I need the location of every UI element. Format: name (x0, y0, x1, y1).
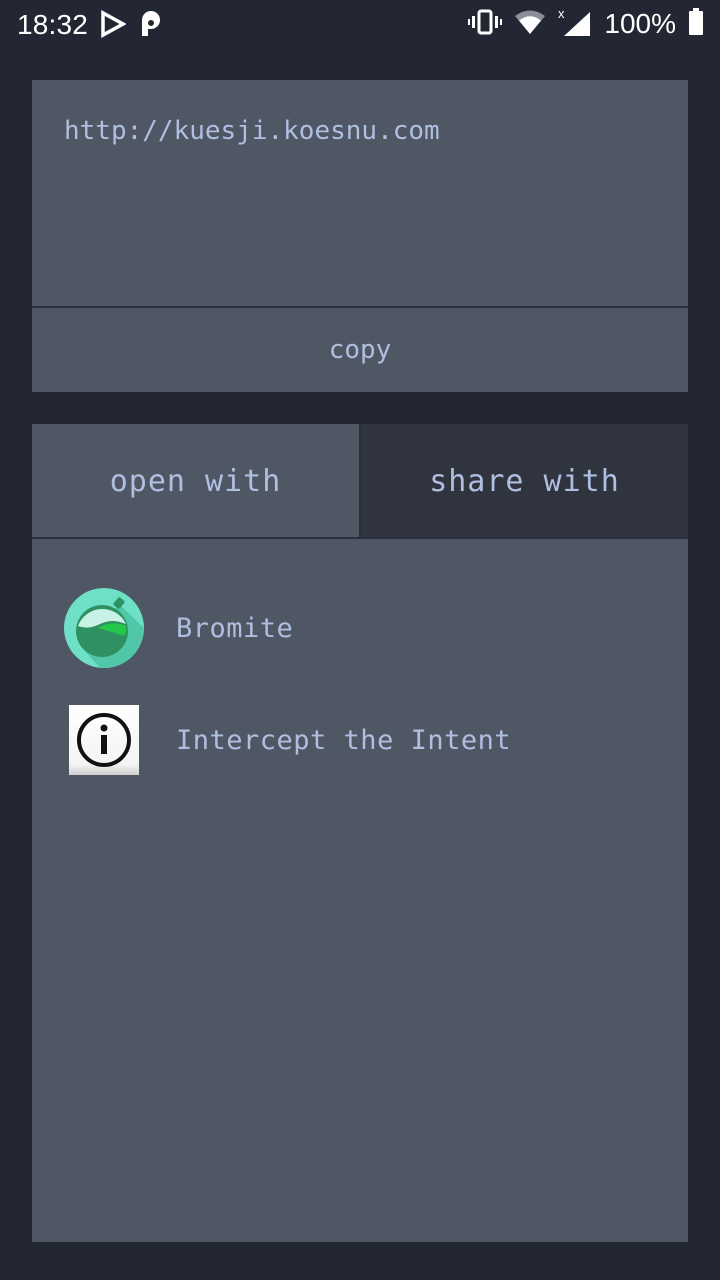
signal-no-data-icon: x (558, 6, 592, 43)
tab-share-with[interactable]: share with (361, 424, 688, 538)
vibrate-icon (468, 9, 503, 40)
app-item-intercept-the-intent[interactable]: Intercept the Intent (32, 692, 688, 788)
tab-open-with[interactable]: open with (32, 424, 359, 538)
url-text[interactable]: http://kuesji.koesnu.com (64, 116, 440, 146)
p-app-icon (140, 10, 164, 43)
app-name: Intercept the Intent (176, 724, 512, 756)
app-name: Bromite (176, 612, 294, 644)
bromite-icon (64, 588, 144, 668)
copy-button[interactable]: copy (32, 308, 688, 392)
tab-share-with-label: share with (429, 463, 620, 499)
battery-percent: 100% (604, 8, 676, 39)
info-icon (64, 700, 144, 780)
mode-tabs: open with share with (32, 424, 688, 538)
app-list: Bromite Intercept the Intent (32, 539, 688, 1242)
app-item-bromite[interactable]: Bromite (32, 580, 688, 676)
status-bar: 18:32 x 100% (0, 0, 720, 48)
play-store-icon (100, 10, 127, 43)
tab-open-with-label: open with (109, 463, 282, 499)
svg-text:x: x (558, 6, 565, 21)
copy-button-label: copy (328, 335, 392, 365)
url-field[interactable]: http://kuesji.koesnu.com (32, 80, 688, 306)
battery-icon (688, 7, 704, 41)
wifi-icon (514, 9, 546, 40)
status-time: 18:32 (17, 9, 89, 40)
